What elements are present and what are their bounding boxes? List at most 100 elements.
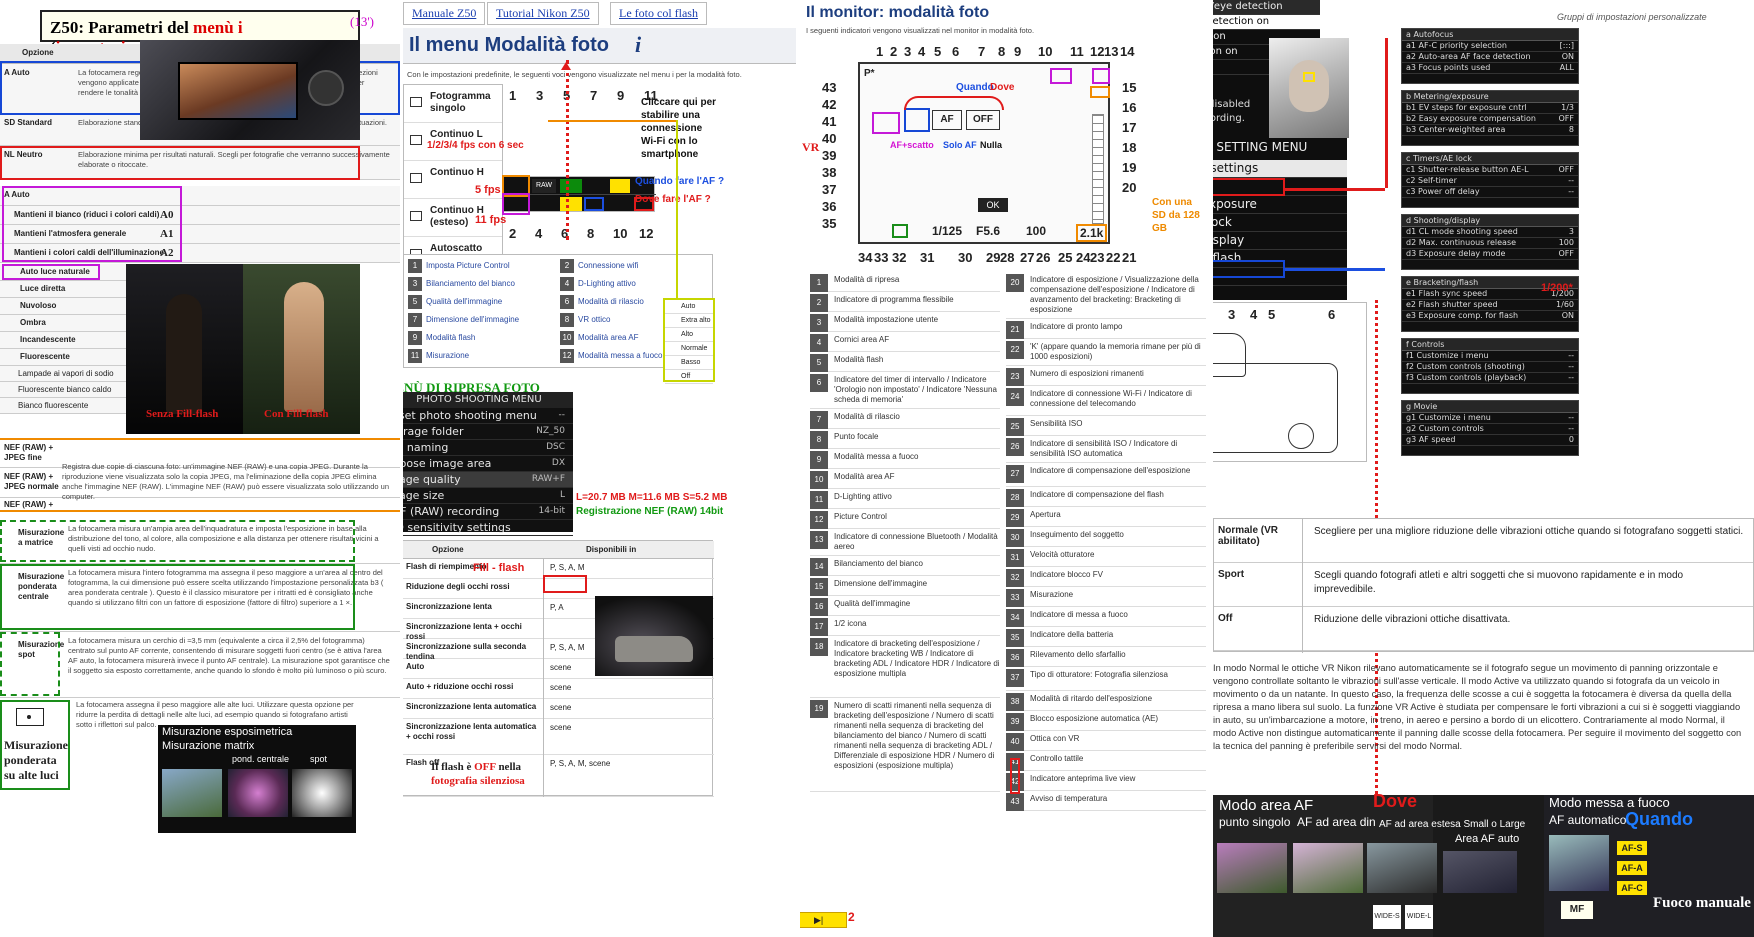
afa-chip[interactable]: AF-A: [1617, 861, 1647, 875]
legend-number: 3: [408, 277, 422, 291]
mf-chip[interactable]: MF: [1561, 901, 1593, 919]
csm-item[interactable]: Reset custom settings: [1213, 160, 1347, 178]
group-setting[interactable]: a2 Auto-area AF face detection ON: [1402, 52, 1578, 63]
size-note: L=20.7 MB M=11.6 MB S=5.2 MB: [576, 492, 728, 503]
group-setting[interactable]: a3 Focus points used ALL: [1402, 63, 1578, 74]
tab-tutorial[interactable]: Tutorial Nikon Z50: [487, 2, 599, 25]
group-setting[interactable]: g3 AF speed 0: [1402, 435, 1578, 446]
i-menu-cell-5[interactable]: [560, 179, 582, 193]
vr-row[interactable]: Sport Scegli quando fotografi atleti e al…: [1214, 563, 1753, 607]
adl-option[interactable]: Normale: [665, 342, 713, 356]
wb-fluorescent-option[interactable]: Bianco fluorescente: [0, 398, 126, 414]
csm-item[interactable]: c Timers/AE lock: [1213, 214, 1347, 232]
monitor-legend-item: 8 Punto focale: [810, 429, 1000, 449]
group-setting[interactable]: b3 Center-weighted area 8: [1402, 125, 1578, 136]
csm-item[interactable]: b Metering/exposure: [1213, 196, 1347, 214]
wb-light-option[interactable]: Ombra: [0, 315, 126, 332]
wb-light-option[interactable]: Fluorescente: [0, 349, 126, 366]
group-setting-label: a1 AF-C priority selection: [1406, 41, 1507, 50]
custom-settings-group: g Movie g1 Customize i menu -- g2 Custom co…: [1401, 400, 1579, 456]
adl-option[interactable]: Off: [665, 370, 713, 384]
wb-light-option[interactable]: Luce diretta: [0, 281, 126, 298]
monitor-legend-item: 21 Indicatore di pronto lampo: [1006, 319, 1206, 339]
group-setting[interactable]: f2 Custom controls (shooting) --: [1402, 362, 1578, 373]
monitor-legend-text: Cornici area AF: [834, 335, 890, 344]
tab-manual[interactable]: Manuale Z50: [403, 2, 486, 25]
group-setting[interactable]: d3 Exposure delay mode OFF: [1402, 249, 1578, 260]
csm-item[interactable]: d Shooting/display: [1213, 232, 1347, 250]
i-menu-cell-3[interactable]: RAW: [532, 179, 556, 193]
afc-chip[interactable]: AF-C: [1617, 881, 1647, 895]
i-menu-cell-9[interactable]: [610, 179, 630, 193]
monitor-legend-text: Indicatore della batteria: [1030, 630, 1114, 639]
af-area-strip: Modo area AF Dove punto singolo AF ad ar…: [1213, 791, 1754, 937]
custom-settings-group: c Timers/AE lock c1 Shutter-release butto…: [1401, 152, 1579, 208]
bracketing-connector: [1285, 268, 1385, 271]
psm-item[interactable]: Reset photo shooting menu --: [403, 408, 573, 424]
flash-mode-avail: scene: [550, 663, 572, 672]
i-menu-cell-8[interactable]: [584, 197, 604, 211]
spot-metering-box: [0, 632, 60, 696]
monitor-intro: I seguenti indicatori vengono visualizza…: [806, 26, 1035, 35]
vr-row[interactable]: Normale (VR abilitato) Scegliere per una …: [1214, 519, 1753, 563]
i-menu-heading: Il menu Modalità foto: [409, 34, 609, 56]
group-setting[interactable]: d1 CL mode shooting speed 3: [1402, 227, 1578, 238]
afs-chip[interactable]: AF-S: [1617, 841, 1647, 855]
i-menu-cell-6[interactable]: [560, 197, 582, 211]
psm-item[interactable]: Image size L: [403, 488, 573, 504]
group-setting[interactable]: g1 Customize i menu --: [1402, 413, 1578, 424]
af-dynamic-photo: [1293, 843, 1363, 893]
group-setting-label: g2 Custom controls: [1406, 424, 1484, 433]
group-setting[interactable]: b2 Easy exposure compensation OFF: [1402, 114, 1578, 125]
group-setting-value: ON: [1561, 311, 1574, 320]
group-setting[interactable]: c3 Power off delay --: [1402, 187, 1578, 198]
i-menu-cell-2[interactable]: [502, 193, 530, 215]
vr-row[interactable]: Off Riduzione delle vibrazioni ottiche di…: [1214, 607, 1753, 651]
camera-diagram: 123456: [1213, 302, 1367, 462]
monitor-callout-bottom: 30: [958, 250, 973, 265]
monitor-legend-number: 24: [1006, 388, 1024, 406]
nav-last[interactable]: ▶|: [814, 915, 823, 926]
adl-option[interactable]: Auto: [665, 300, 713, 314]
face-menu-option[interactable]: Face and eye detection on: [1213, 15, 1320, 30]
monitor-heading: Il monitor: modalità foto: [806, 4, 990, 21]
group-setting[interactable]: a1 AF-C priority selection [:::]: [1402, 41, 1578, 52]
metering-row[interactable]: Misurazione spot La fotocamera misura un …: [0, 632, 400, 698]
monitor-legend-number: 11: [810, 491, 828, 509]
psm-item[interactable]: NEF (RAW) recording 14-bit: [403, 504, 573, 520]
psm-item[interactable]: File naming DSC: [403, 440, 573, 456]
group-setting[interactable]: c1 Shutter-release button AE-L OFF: [1402, 165, 1578, 176]
group-setting[interactable]: e2 Flash shutter speed 1/60: [1402, 300, 1578, 311]
group-setting[interactable]: e3 Exposure comp. for flash ON: [1402, 311, 1578, 322]
psm-item[interactable]: ISO sensitivity settings: [403, 520, 573, 536]
group-setting[interactable]: c2 Self-timer --: [1402, 176, 1578, 187]
page-number: 2: [848, 910, 855, 924]
group-setting[interactable]: g2 Custom controls --: [1402, 424, 1578, 435]
without-flash-label: Senza Fill-flash: [146, 408, 219, 420]
fill-flash-comparison-photo: Senza Fill-flash Con Fill-flash: [126, 264, 360, 434]
adl-option[interactable]: Basso: [665, 356, 713, 370]
wb-fluorescent-option[interactable]: Fluorescente bianco caldo: [0, 382, 126, 398]
adl-option[interactable]: Alto: [665, 328, 713, 342]
time-note: (13'): [350, 14, 375, 29]
psm-item[interactable]: Choose image area DX: [403, 456, 573, 472]
psm-item[interactable]: Storage folder NZ_50: [403, 424, 573, 440]
monitor-legend-number: 2: [810, 294, 828, 312]
face-menu-header[interactable]: Auto-area AF face/eye detection: [1213, 0, 1320, 15]
group-setting[interactable]: f1 Customize i menu --: [1402, 351, 1578, 362]
adl-option[interactable]: Extra alto: [665, 314, 713, 328]
focus-mode-title: Modo messa a fuoco: [1549, 795, 1670, 810]
tab-flash-photos[interactable]: Le foto col flash: [610, 2, 707, 25]
group-setting[interactable]: b1 EV steps for exposure cntrl 1/3: [1402, 103, 1578, 114]
wb-fluorescent-option[interactable]: Lampade ai vapori di sodio: [0, 366, 126, 382]
group-setting[interactable]: f3 Custom controls (playback) --: [1402, 373, 1578, 384]
i-menu-number-top: 3: [536, 88, 544, 103]
wifi-arrow: [561, 62, 571, 70]
release-mode-item[interactable]: Fotogramma singolo: [404, 85, 502, 123]
monitor-callout-left: 35: [822, 216, 837, 231]
psm-item[interactable]: Image quality RAW+F: [403, 472, 573, 488]
wb-light-option[interactable]: Nuvoloso: [0, 298, 126, 315]
monitor-legend-number: 4: [810, 334, 828, 352]
group-setting[interactable]: d2 Max. continuous release 100: [1402, 238, 1578, 249]
wb-light-option[interactable]: Incandescente: [0, 332, 126, 349]
